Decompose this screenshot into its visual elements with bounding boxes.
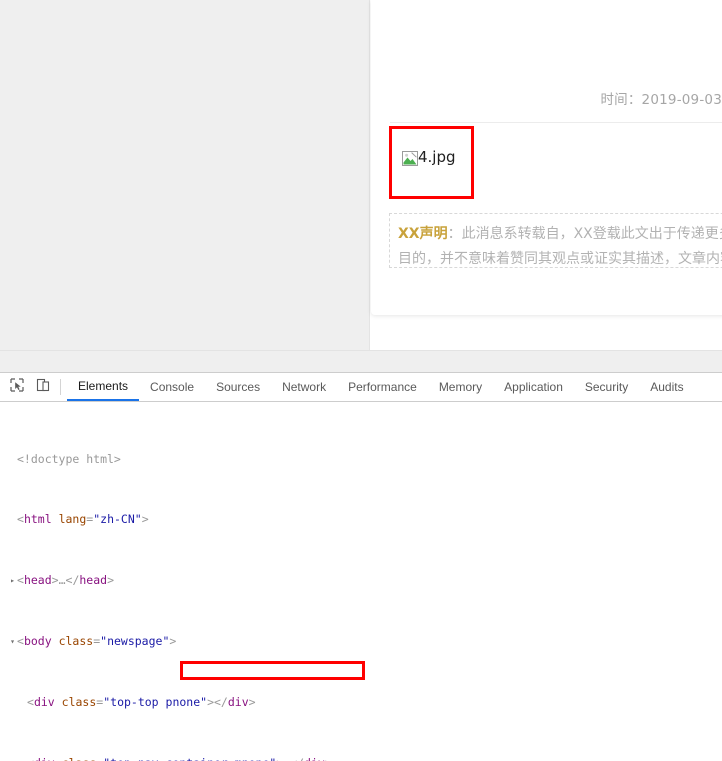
device-toolbar-button[interactable] [30, 373, 56, 401]
article-divider [390, 122, 722, 123]
expand-triangle-topnav[interactable]: ▸ [18, 756, 27, 761]
inspect-element-icon [10, 377, 24, 397]
inspected-image-highlight[interactable]: 4.jpg [389, 126, 474, 199]
tab-memory[interactable]: Memory [428, 373, 493, 401]
article-publish-time: 时间：2019-09-03 [600, 92, 722, 108]
tag-html: html [23, 512, 52, 527]
attr-class: class [62, 756, 97, 761]
dom-line-div-toptop[interactable]: <div class="top-top pnone"></div> [0, 695, 722, 710]
attr-class: class [61, 694, 97, 709]
broken-image-icon [402, 151, 418, 166]
toolbar-separator [60, 379, 61, 395]
tag-div-close: div [227, 694, 249, 709]
tab-sources[interactable]: Sources [205, 373, 271, 401]
attr-class-value-topnav: "top-nav container mnone" [103, 756, 276, 761]
dom-tree[interactable]: ▸<!doctype html> ▸<html lang="zh-CN"> ▸<… [0, 402, 722, 761]
tag-div: div [34, 756, 55, 761]
attr-class: class [58, 634, 94, 648]
dom-line-head[interactable]: ▸ <head>…</head> [0, 573, 722, 588]
tab-elements[interactable]: Elements [67, 373, 140, 401]
expand-triangle-body[interactable]: ▾ [8, 634, 17, 649]
devtools-panel: Elements Console Sources Network Perform… [0, 372, 722, 761]
dom-line-div-topnav[interactable]: ▸<div class="top-nav container mnone">…<… [0, 756, 722, 761]
doctype-text: <!doctype html> [17, 451, 121, 466]
tag-body: body [23, 634, 52, 648]
tab-security[interactable]: Security [574, 373, 639, 401]
tab-performance[interactable]: Performance [337, 373, 428, 401]
tag-div: div [33, 694, 55, 709]
page-background-bottom [0, 350, 722, 372]
expand-triangle-head[interactable]: ▸ [8, 573, 17, 588]
browser-page-viewport: 时间：2019-09-03 4.jpg XX声明：此消息系转载自，XX登载此文出… [0, 0, 722, 372]
broken-image-filename: 4.jpg [418, 148, 456, 166]
tag-head: head [23, 573, 52, 588]
attr-class-value-toptop: "top-top pnone" [103, 694, 208, 709]
attr-lang-value: "zh-CN" [93, 512, 142, 527]
dom-line-body[interactable]: ▾ <body class="newspage"> [0, 634, 722, 649]
devtools-toolbar: Elements Console Sources Network Perform… [0, 373, 722, 402]
tag-div-close: div [304, 756, 325, 761]
tab-console[interactable]: Console [139, 373, 205, 401]
disclaimer-box: XX声明：此消息系转载自，XX登载此文出于传递更多信息之目的，并不意味着赞同其观… [389, 213, 722, 268]
disclaimer-title: XX声明 [398, 226, 448, 242]
page-background-left [0, 0, 370, 350]
tag-head-close: head [79, 573, 108, 588]
inspect-element-button[interactable] [4, 373, 30, 401]
attr-lang: lang [58, 512, 87, 527]
device-toolbar-icon [36, 378, 50, 397]
tab-audits[interactable]: Audits [639, 373, 694, 401]
dom-line-doctype[interactable]: ▸<!doctype html> [0, 452, 722, 467]
collapsed-ellipsis: … [58, 573, 66, 588]
broken-image-placeholder[interactable]: 4.jpg [402, 149, 456, 166]
tab-network[interactable]: Network [271, 373, 337, 401]
tab-application[interactable]: Application [493, 373, 574, 401]
attr-class-value-body: "newspage" [100, 634, 170, 648]
dom-line-html[interactable]: ▸<html lang="zh-CN"> [0, 512, 722, 527]
